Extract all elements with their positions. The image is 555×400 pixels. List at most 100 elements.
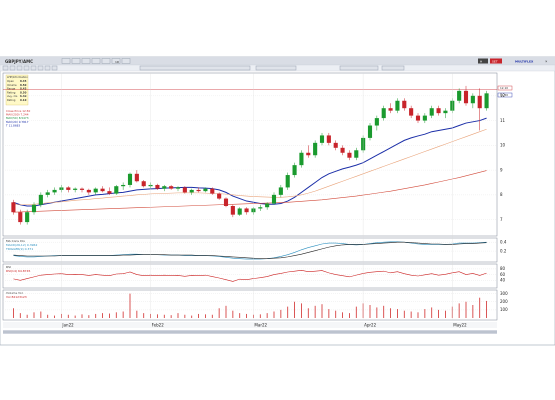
toolbar-button[interactable] [81, 58, 91, 64]
candle-body [265, 203, 270, 208]
toolbar-tab-label: H [480, 60, 482, 64]
candle-body [292, 165, 297, 176]
candle-body [409, 108, 414, 116]
volume-bar [458, 303, 460, 318]
candle-body [121, 184, 126, 187]
x-tick-label: Apr22 [364, 323, 376, 328]
info-row-value: 8.50 [20, 90, 27, 94]
candle-body [52, 189, 57, 193]
x-axis-strip [3, 322, 497, 328]
toolbar-button[interactable] [121, 58, 131, 64]
symbol-label[interactable]: GBPJPY/AMC [5, 59, 33, 64]
candle-body [66, 187, 71, 190]
info-box-title: LHP/Information [7, 75, 28, 79]
candle-body [436, 108, 441, 114]
candle-body [374, 118, 379, 126]
candle [223, 197, 229, 208]
macd-panel[interactable] [2, 237, 498, 263]
tool-button[interactable] [51, 65, 58, 71]
macd-tick-label: 0.4 [500, 240, 507, 245]
toolbar-button[interactable] [71, 58, 81, 64]
indicator-dropdown[interactable] [381, 65, 405, 71]
toolbar-button[interactable] [101, 58, 111, 64]
volume-bar [198, 313, 199, 318]
candle-body [306, 152, 311, 156]
volume-bar [232, 310, 234, 318]
candle-body [155, 184, 160, 189]
candle-body [299, 152, 304, 166]
volume-bar [390, 308, 391, 318]
candle-body [11, 202, 16, 213]
candle-body [18, 212, 23, 223]
volume-bar [170, 315, 172, 318]
rsi-panel[interactable] [2, 263, 498, 289]
candle-body [175, 187, 181, 189]
volume-bar [417, 312, 419, 318]
volume-bar [74, 315, 76, 318]
price-tick-label: 12 [500, 93, 506, 98]
volume-bar [369, 305, 371, 318]
price-panel[interactable] [2, 72, 498, 237]
candle-body [319, 135, 325, 143]
indicator-dropdown[interactable] [255, 65, 297, 71]
candle-body [134, 173, 139, 182]
volume-bar [40, 311, 42, 318]
scrollbar-thumb[interactable] [3, 330, 497, 334]
candle-body [258, 207, 263, 209]
tool-button[interactable] [37, 65, 44, 71]
volume-bar [335, 310, 337, 318]
candle-body [429, 108, 434, 116]
volume-panel[interactable] [2, 289, 498, 321]
volume-bar [67, 314, 69, 318]
info-row-label: Rating [7, 90, 16, 94]
toolbar-button[interactable] [91, 58, 101, 64]
volume-bar [431, 307, 433, 318]
volume-bar [445, 310, 446, 318]
volume-tick-label: 100 [500, 307, 508, 312]
toolbar-button[interactable] [61, 58, 71, 64]
legend-entry: T 11.8683 [5, 123, 20, 127]
tool-button[interactable] [9, 65, 16, 71]
candle-body [463, 90, 469, 104]
indicator-dropdown[interactable] [339, 65, 379, 71]
tool-button[interactable] [30, 65, 37, 71]
candle-body [326, 135, 331, 143]
volume-bar [259, 314, 261, 318]
tool-button[interactable] [2, 65, 9, 71]
tool-button[interactable] [16, 65, 23, 71]
volume-bar [486, 300, 487, 318]
candle-body [31, 204, 37, 213]
candle-body [223, 198, 229, 206]
price-panel-border [2, 72, 498, 237]
indicator-dropdown[interactable] [139, 65, 251, 71]
tool-button[interactable] [23, 65, 30, 71]
candle-body [189, 189, 194, 193]
volume-bar [191, 315, 193, 318]
price-tick-label: 10 [500, 143, 506, 148]
volume-bar [109, 313, 110, 318]
volume-bar [438, 309, 439, 318]
candle-body [457, 90, 462, 101]
candle-body [470, 95, 475, 104]
stock-chart-window: GBPJPY/AMC 1D H SET MULTIFLEX ✕ LHP/Info… [0, 56, 555, 346]
tool-button[interactable] [44, 65, 51, 71]
candle-body [367, 125, 373, 138]
x-tick-label: Feb22 [152, 323, 165, 328]
volume-bar [355, 306, 357, 318]
volume-bar [13, 308, 14, 318]
volume-bar [205, 314, 206, 318]
candle-body [237, 208, 242, 215]
volume-bar [383, 305, 385, 318]
candle-body [162, 186, 167, 189]
candle-body [477, 95, 482, 109]
volume-bar [410, 311, 412, 318]
info-row-value: 0.10 [20, 98, 27, 102]
volume-tick-label: 200 [500, 299, 508, 304]
candle-body [73, 188, 78, 190]
candle-body [388, 108, 393, 111]
volume-bar [314, 305, 316, 318]
macd-line2: TRIGGER(9) 0.371 [5, 247, 33, 251]
rsi-tick-label: 40 [500, 278, 506, 283]
volume-bar [239, 313, 241, 318]
interval-label[interactable]: 1D [115, 60, 120, 64]
